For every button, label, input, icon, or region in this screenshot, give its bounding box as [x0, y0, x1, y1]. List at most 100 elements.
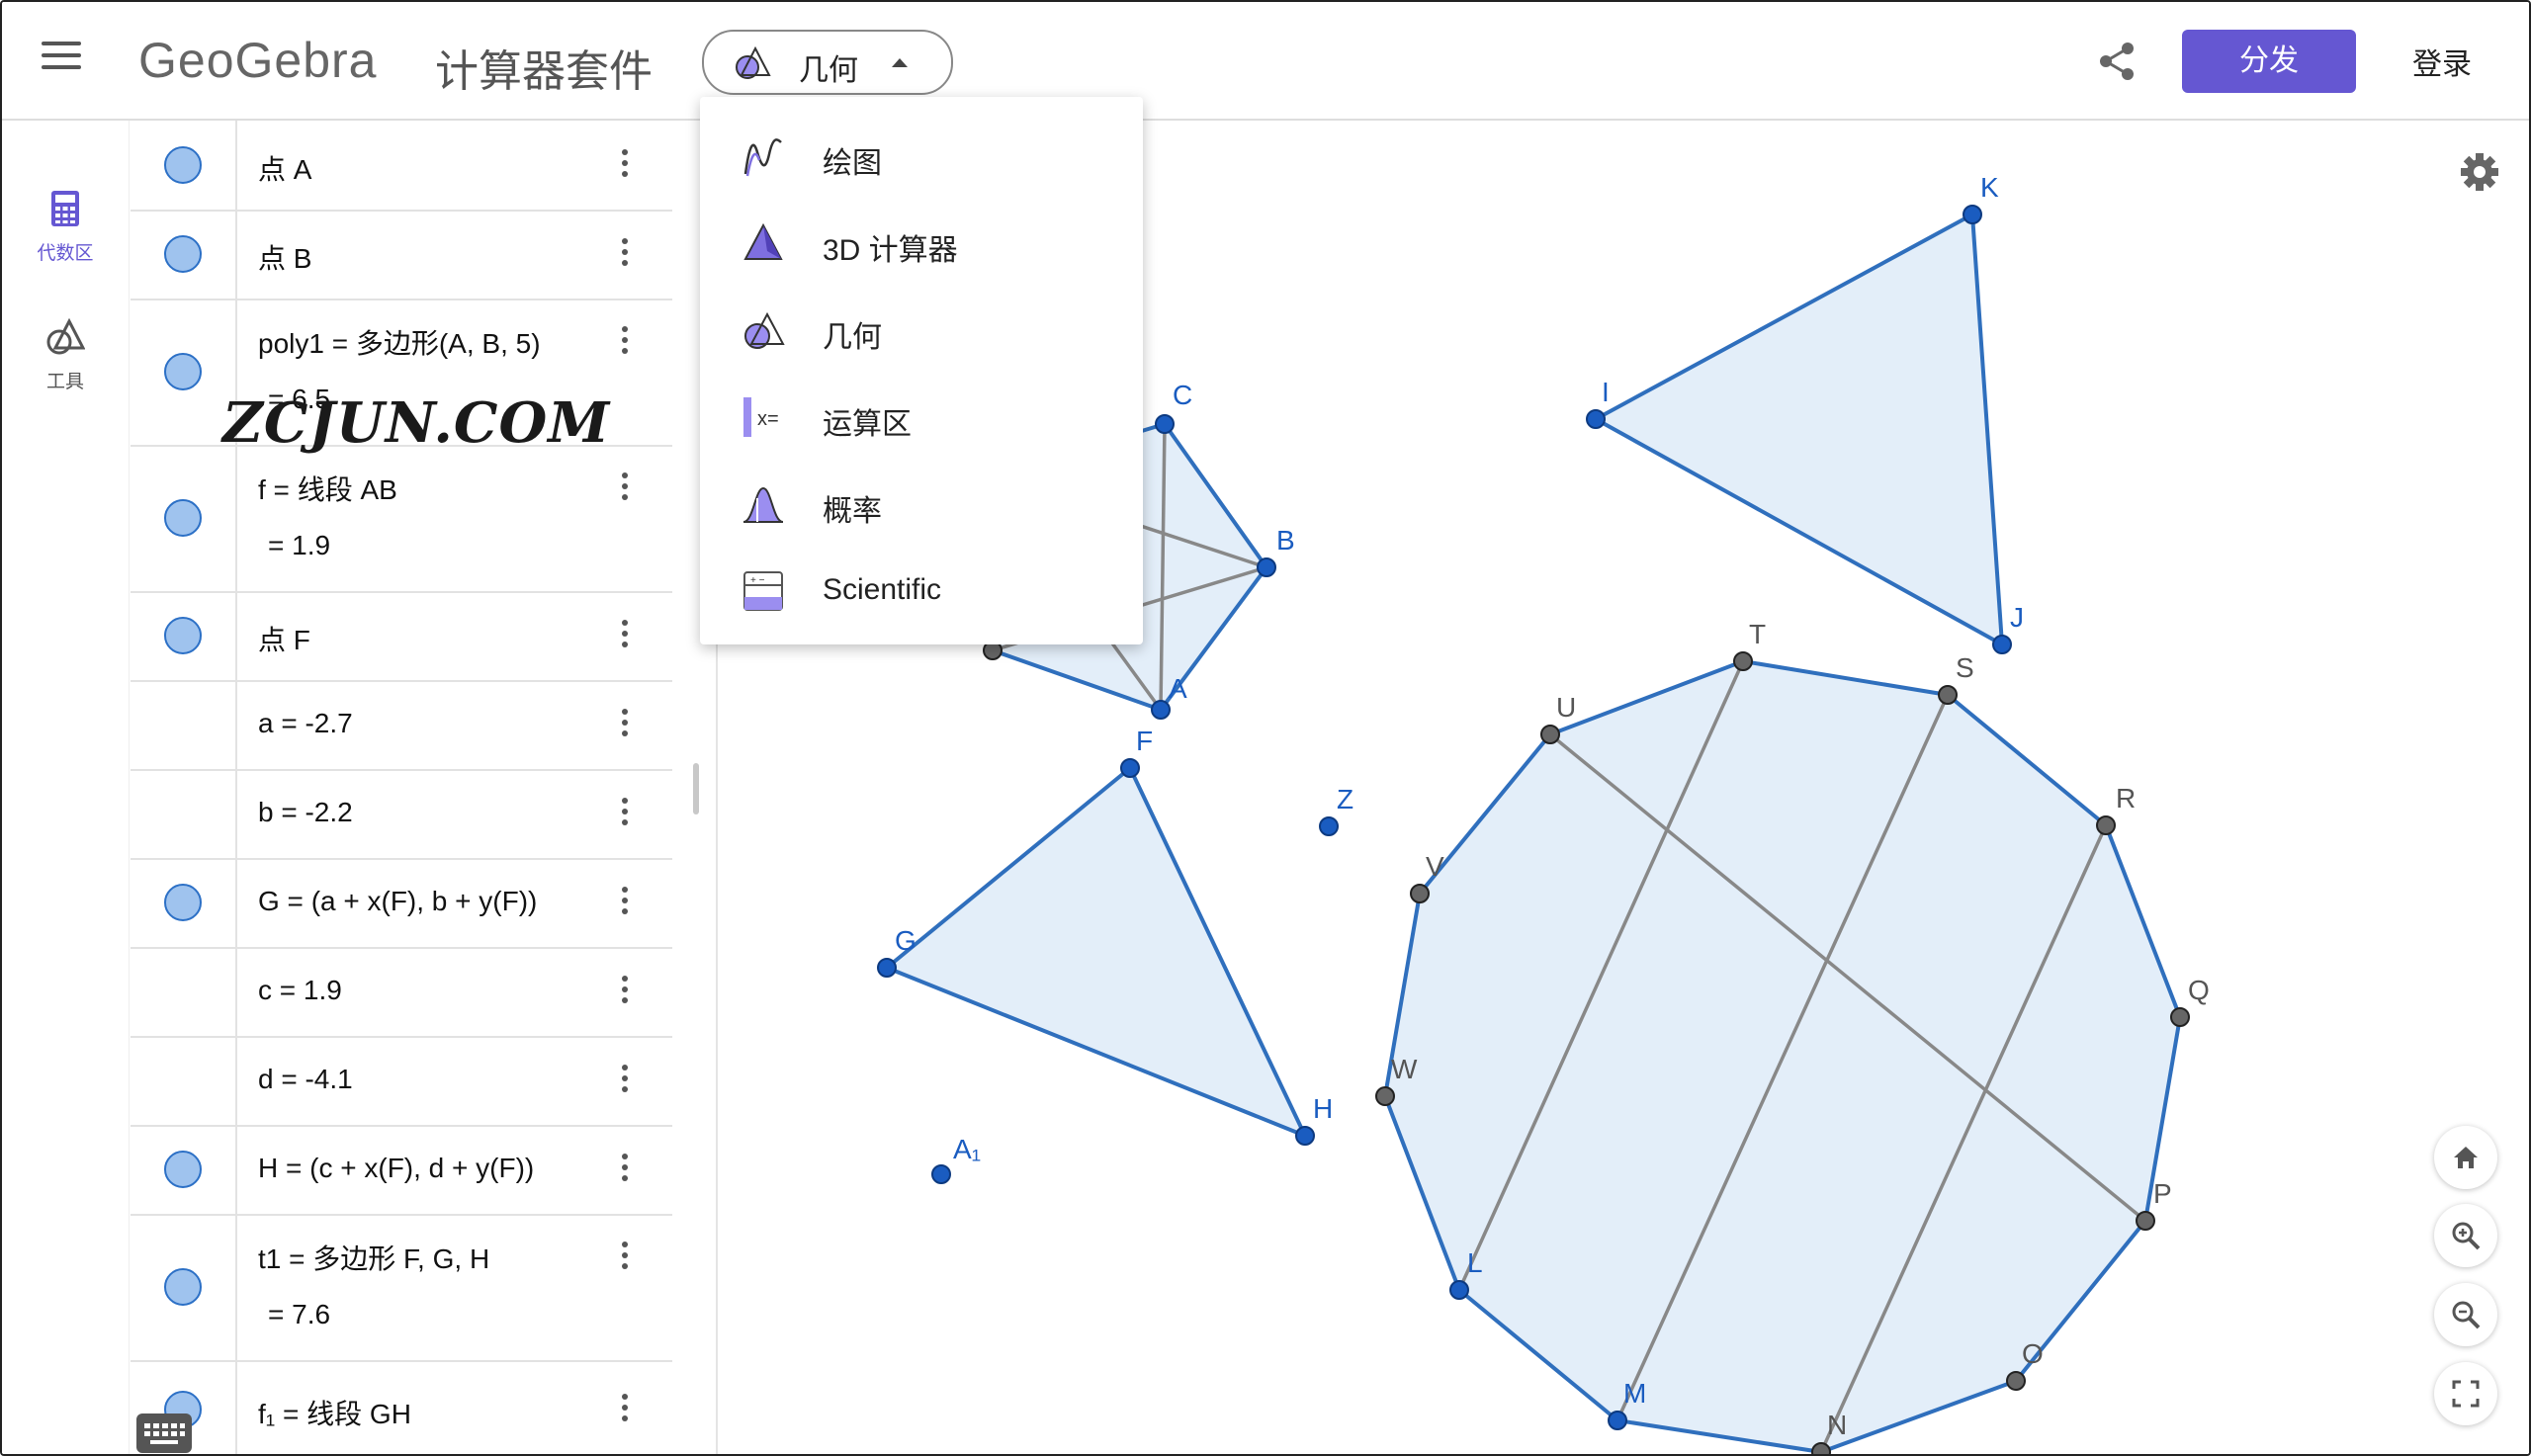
more-options-icon[interactable]	[620, 1065, 630, 1097]
more-options-icon[interactable]	[620, 709, 630, 741]
more-options-icon[interactable]	[620, 326, 630, 359]
point-j[interactable]	[1992, 635, 2012, 654]
geometry-icon	[736, 45, 771, 79]
home-button[interactable]	[2434, 1126, 2497, 1189]
point-i[interactable]	[1586, 409, 1606, 429]
zoom-in-icon	[2452, 1222, 2481, 1250]
point-u[interactable]	[1540, 725, 1560, 744]
login-button[interactable]: 登录	[2412, 40, 2472, 83]
point-a1[interactable]	[931, 1164, 951, 1184]
algebra-row[interactable]: a = -2.7	[131, 680, 672, 771]
point-q[interactable]	[2170, 1007, 2190, 1027]
algebra-row[interactable]: 点 B	[131, 210, 672, 300]
algebra-expression[interactable]: a = -2.7	[258, 708, 353, 739]
point-n[interactable]	[1811, 1442, 1831, 1454]
app-window: GeoGebra 计算器套件 几何 分发 登录 代数区 工具 点 A 点 B p…	[0, 0, 2531, 1456]
app-picker-button[interactable]: 几何	[702, 30, 953, 95]
algebra-expression[interactable]: d = -4.1	[258, 1064, 353, 1095]
more-options-icon[interactable]	[620, 472, 630, 505]
algebra-expression[interactable]: t1 = 多边形 F, G, H	[258, 1238, 489, 1277]
point-g[interactable]	[877, 958, 897, 978]
visibility-toggle[interactable]	[164, 1268, 202, 1306]
distribute-button[interactable]: 分发	[2182, 30, 2356, 93]
point-s[interactable]	[1938, 685, 1958, 705]
algebra-expression[interactable]: 点 B	[258, 237, 311, 277]
point-w[interactable]	[1375, 1086, 1395, 1106]
more-options-icon[interactable]	[620, 976, 630, 1008]
visibility-toggle[interactable]	[164, 235, 202, 273]
point-f[interactable]	[1120, 758, 1140, 778]
rail-item-tools[interactable]: 工具	[2, 317, 129, 393]
algebra-row[interactable]: f₁ = 线段 GH	[131, 1360, 672, 1454]
point-r[interactable]	[2096, 815, 2116, 835]
algebra-row[interactable]: H = (c + x(F), d + y(F))	[131, 1125, 672, 1216]
point-k[interactable]	[1963, 205, 1982, 224]
marble-column	[131, 947, 237, 1036]
zoom-in-button[interactable]	[2434, 1204, 2497, 1267]
point-o[interactable]	[2006, 1371, 2026, 1391]
algebra-row[interactable]: c = 1.9	[131, 947, 672, 1038]
algebra-value: = 1.9	[268, 530, 331, 560]
algebra-expression[interactable]: G = (a + x(F), b + y(F))	[258, 886, 537, 917]
point-v[interactable]	[1410, 884, 1430, 903]
menu-item-geometry[interactable]: 几何	[700, 287, 1143, 374]
menu-item-scientific[interactable]: + − Scientific	[700, 548, 1143, 635]
keyboard-button[interactable]	[136, 1413, 192, 1453]
panel-resize-handle[interactable]	[693, 763, 699, 814]
algebra-expression[interactable]: b = -2.2	[258, 797, 353, 828]
share-icon[interactable]	[2096, 40, 2139, 83]
visibility-toggle[interactable]	[164, 617, 202, 654]
algebra-row[interactable]: 点 A	[131, 121, 672, 212]
visibility-toggle[interactable]	[164, 499, 202, 537]
more-options-icon[interactable]	[620, 1154, 630, 1186]
point-z[interactable]	[1319, 816, 1339, 836]
menu-item-3d-calculator[interactable]: 3D 计算器	[700, 200, 1143, 287]
more-options-icon[interactable]	[620, 149, 630, 182]
caret-up-icon	[892, 58, 908, 67]
fullscreen-button[interactable]	[2434, 1362, 2497, 1425]
algebra-row[interactable]: b = -2.2	[131, 769, 672, 860]
more-options-icon[interactable]	[620, 620, 630, 652]
algebra-expression[interactable]: H = (c + x(F), d + y(F))	[258, 1153, 534, 1184]
more-options-icon[interactable]	[620, 238, 630, 271]
algebra-row[interactable]: t1 = 多边形 F, G, H = 7.6	[131, 1214, 672, 1362]
point-l[interactable]	[1449, 1280, 1469, 1300]
point-a[interactable]	[1151, 700, 1171, 720]
menu-item-probability[interactable]: 概率	[700, 461, 1143, 548]
algebra-row[interactable]: f = 线段 AB = 1.9	[131, 445, 672, 593]
point-c[interactable]	[1155, 414, 1175, 434]
algebra-expression[interactable]: 点 A	[258, 148, 311, 188]
main-menu-button[interactable]	[42, 42, 81, 73]
more-options-icon[interactable]	[620, 798, 630, 830]
triangle-ijk[interactable]	[1594, 213, 2004, 646]
algebra-expression[interactable]: 点 F	[258, 619, 310, 658]
algebra-expression[interactable]: poly1 = 多边形(A, B, 5)	[258, 322, 541, 362]
zoom-out-button[interactable]	[2434, 1283, 2497, 1346]
menu-item-cas[interactable]: x= 运算区	[700, 374, 1143, 461]
rail-item-algebra[interactable]: 代数区	[2, 190, 129, 265]
algebra-row[interactable]: d = -4.1	[131, 1036, 672, 1127]
geogebra-logo: GeoGebra	[138, 33, 378, 88]
point-label: I	[1602, 377, 1610, 407]
algebra-expression[interactable]: c = 1.9	[258, 975, 342, 1006]
point-t[interactable]	[1733, 651, 1753, 671]
more-options-icon[interactable]	[620, 887, 630, 919]
more-options-icon[interactable]	[620, 1394, 630, 1426]
algebra-expression[interactable]: f₁ = 线段 GH	[258, 1393, 411, 1432]
menu-item-graphing[interactable]: 绘图	[700, 113, 1143, 200]
algebra-row[interactable]: 点 F	[131, 591, 672, 682]
algebra-expression[interactable]: f = 线段 AB	[258, 469, 397, 508]
point-h[interactable]	[1295, 1126, 1315, 1146]
algebra-row[interactable]: G = (a + x(F), b + y(F))	[131, 858, 672, 949]
point-m[interactable]	[1608, 1411, 1627, 1430]
more-options-icon[interactable]	[620, 1242, 630, 1274]
point-p[interactable]	[2136, 1211, 2155, 1231]
gear-icon[interactable]	[2460, 152, 2499, 192]
point-label: F	[1136, 726, 1153, 756]
visibility-toggle[interactable]	[164, 353, 202, 390]
visibility-toggle[interactable]	[164, 884, 202, 921]
point-b[interactable]	[1257, 557, 1276, 577]
visibility-toggle[interactable]	[164, 1151, 202, 1188]
visibility-toggle[interactable]	[164, 146, 202, 184]
triangle-t1[interactable]	[885, 766, 1307, 1138]
